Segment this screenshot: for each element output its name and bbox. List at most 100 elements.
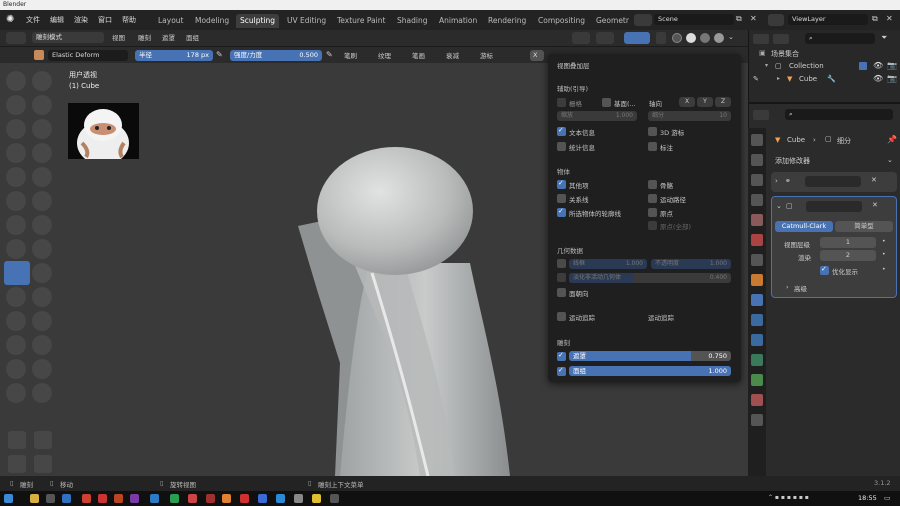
- tab-uv-editing[interactable]: UV Editing: [283, 14, 330, 28]
- tab-particles-icon[interactable]: [751, 314, 763, 326]
- collection-label[interactable]: Collection: [789, 62, 824, 70]
- tool-draw-icon[interactable]: [6, 71, 26, 91]
- tab-world-icon[interactable]: [751, 234, 763, 246]
- motion-tracking-checkbox[interactable]: [557, 312, 566, 321]
- subsurf-expand-icon[interactable]: ⌄: [776, 202, 782, 210]
- sculpt-mask-checkbox[interactable]: [557, 351, 566, 361]
- axis-z-toggle[interactable]: Z: [715, 97, 731, 107]
- visibility-icon[interactable]: [572, 32, 590, 44]
- taskbar-explorer-icon[interactable]: [30, 494, 39, 503]
- taskbar-app10-icon[interactable]: [188, 494, 197, 503]
- advanced-subpanel[interactable]: 高级: [794, 283, 807, 293]
- modifier1-toggles[interactable]: [805, 176, 861, 187]
- add-modifier-button[interactable]: 添加修改器: [775, 156, 810, 166]
- taskbar-app3-icon[interactable]: [62, 494, 71, 503]
- tab-texture-paint[interactable]: Texture Paint: [333, 14, 389, 28]
- tab-shading[interactable]: Shading: [393, 14, 431, 28]
- tool-mesh-filter-icon[interactable]: [8, 455, 26, 473]
- fade-geometry-slider[interactable]: 淡化非活动几何体 0.400: [569, 273, 731, 283]
- tool-inflate-icon[interactable]: [32, 119, 52, 139]
- tool-box-hide-icon[interactable]: [34, 431, 52, 449]
- mode-selector[interactable]: 雕刻模式: [32, 32, 104, 43]
- tool-box-mask-icon[interactable]: [8, 431, 26, 449]
- dropdown-falloff[interactable]: 衰减: [446, 51, 459, 62]
- optimal-display-keyframe-icon[interactable]: •: [882, 266, 886, 273]
- gizmo-icon[interactable]: [596, 32, 614, 44]
- outliner-search-input[interactable]: ⌕: [805, 33, 875, 44]
- advanced-expand-icon[interactable]: ›: [786, 283, 789, 291]
- modifier1-close-icon[interactable]: ✕: [871, 176, 877, 184]
- shading-solid-icon[interactable]: [686, 33, 696, 43]
- tab-layout[interactable]: Layout: [154, 14, 188, 28]
- tab-data-icon[interactable]: [751, 374, 763, 386]
- collection-render-icon[interactable]: 📷: [887, 61, 897, 70]
- tool-draw-sharp-icon[interactable]: [32, 71, 52, 91]
- dropdown-brush[interactable]: 笔刷: [344, 51, 357, 62]
- tool-flatten-icon[interactable]: [32, 167, 52, 187]
- fade-geometry-checkbox[interactable]: [557, 273, 566, 282]
- catmull-clark-button[interactable]: Catmull-Clark: [775, 221, 833, 232]
- taskbar-app16-icon[interactable]: [294, 494, 303, 503]
- strength-slider[interactable]: 强度/力度 0.500: [230, 50, 322, 61]
- taskbar-app15-icon[interactable]: [276, 494, 285, 503]
- optimal-display-checkbox[interactable]: [820, 265, 829, 275]
- tool-multiplane-scrape-icon[interactable]: [6, 215, 26, 235]
- tool-smooth-icon[interactable]: [6, 167, 26, 187]
- properties-search-input[interactable]: ⌕: [785, 109, 893, 120]
- wireframe-slider[interactable]: 线框 1.000: [569, 259, 647, 269]
- tool-mask-icon[interactable]: [32, 359, 52, 379]
- tab-scene-icon[interactable]: [751, 214, 763, 226]
- taskbar-app17-icon[interactable]: [312, 494, 321, 503]
- tool-elastic-deform-icon[interactable]: [4, 261, 30, 285]
- shading-options-chevron-icon[interactable]: ⌄: [728, 33, 734, 41]
- bones-checkbox[interactable]: [648, 180, 657, 189]
- taskbar-app11-icon[interactable]: [206, 494, 215, 503]
- tool-slide-relax-icon[interactable]: [32, 311, 52, 331]
- pin-icon[interactable]: 📌: [887, 135, 897, 144]
- remove-scene-icon[interactable]: ✕: [750, 14, 760, 26]
- render-levels-field[interactable]: 2: [820, 250, 876, 261]
- motion-paths-checkbox[interactable]: [648, 194, 657, 203]
- viewlayer-selector-icon[interactable]: [768, 14, 784, 26]
- text-info-checkbox[interactable]: [557, 126, 566, 136]
- shading-material-icon[interactable]: [700, 33, 710, 43]
- menu-window[interactable]: 窗口: [98, 14, 112, 26]
- taskbar-blender-icon[interactable]: [222, 494, 231, 503]
- menu-help[interactable]: 帮助: [122, 14, 136, 26]
- statistics-checkbox[interactable]: [557, 142, 566, 151]
- menu-view[interactable]: 视图: [112, 33, 125, 44]
- filter-icon[interactable]: ⏷: [881, 33, 887, 43]
- taskbar-chrome-icon[interactable]: [82, 494, 91, 503]
- axis-y-toggle[interactable]: Y: [697, 97, 713, 107]
- outliner-display-mode-icon[interactable]: [773, 34, 789, 44]
- tool-clay-icon[interactable]: [6, 95, 26, 115]
- tool-simplify-icon[interactable]: [6, 359, 26, 379]
- brush-icon[interactable]: [34, 50, 44, 60]
- tab-object-icon[interactable]: [751, 274, 763, 286]
- tab-render-icon[interactable]: [751, 154, 763, 166]
- grid-subdivisions-field[interactable]: 细分 10: [648, 111, 731, 121]
- tool-grab-icon[interactable]: [6, 239, 26, 259]
- tool-color-filter-icon[interactable]: [32, 383, 52, 403]
- tab-rendering[interactable]: Rendering: [484, 14, 530, 28]
- taskbar-app2-icon[interactable]: [46, 494, 55, 503]
- 3d-cursor-checkbox[interactable]: [648, 127, 657, 136]
- collection-include-checkbox[interactable]: [859, 62, 867, 70]
- tool-snake-hook-icon[interactable]: [32, 239, 52, 259]
- menu-mask[interactable]: 遮罩: [162, 33, 175, 44]
- viewlayer-field[interactable]: ViewLayer: [788, 14, 868, 25]
- tool-boundary-icon[interactable]: [6, 335, 26, 355]
- origins-all-checkbox[interactable]: [648, 221, 657, 230]
- menu-sculpt[interactable]: 雕刻: [138, 33, 151, 44]
- taskbar-app14-icon[interactable]: [258, 494, 267, 503]
- remove-viewlayer-icon[interactable]: ✕: [886, 14, 893, 23]
- xray-icon[interactable]: [656, 32, 666, 44]
- start-menu-icon[interactable]: [4, 494, 13, 503]
- wireframe-checkbox[interactable]: [557, 259, 566, 268]
- levels-viewport-keyframe-icon[interactable]: •: [882, 238, 886, 245]
- tab-texture-icon[interactable]: [751, 414, 763, 426]
- simple-button[interactable]: 简单型: [835, 221, 893, 232]
- opacity-slider[interactable]: 不透明度 1.000: [651, 259, 731, 269]
- scene-selector-icon[interactable]: [634, 14, 652, 26]
- tool-clay-strips-icon[interactable]: [32, 95, 52, 115]
